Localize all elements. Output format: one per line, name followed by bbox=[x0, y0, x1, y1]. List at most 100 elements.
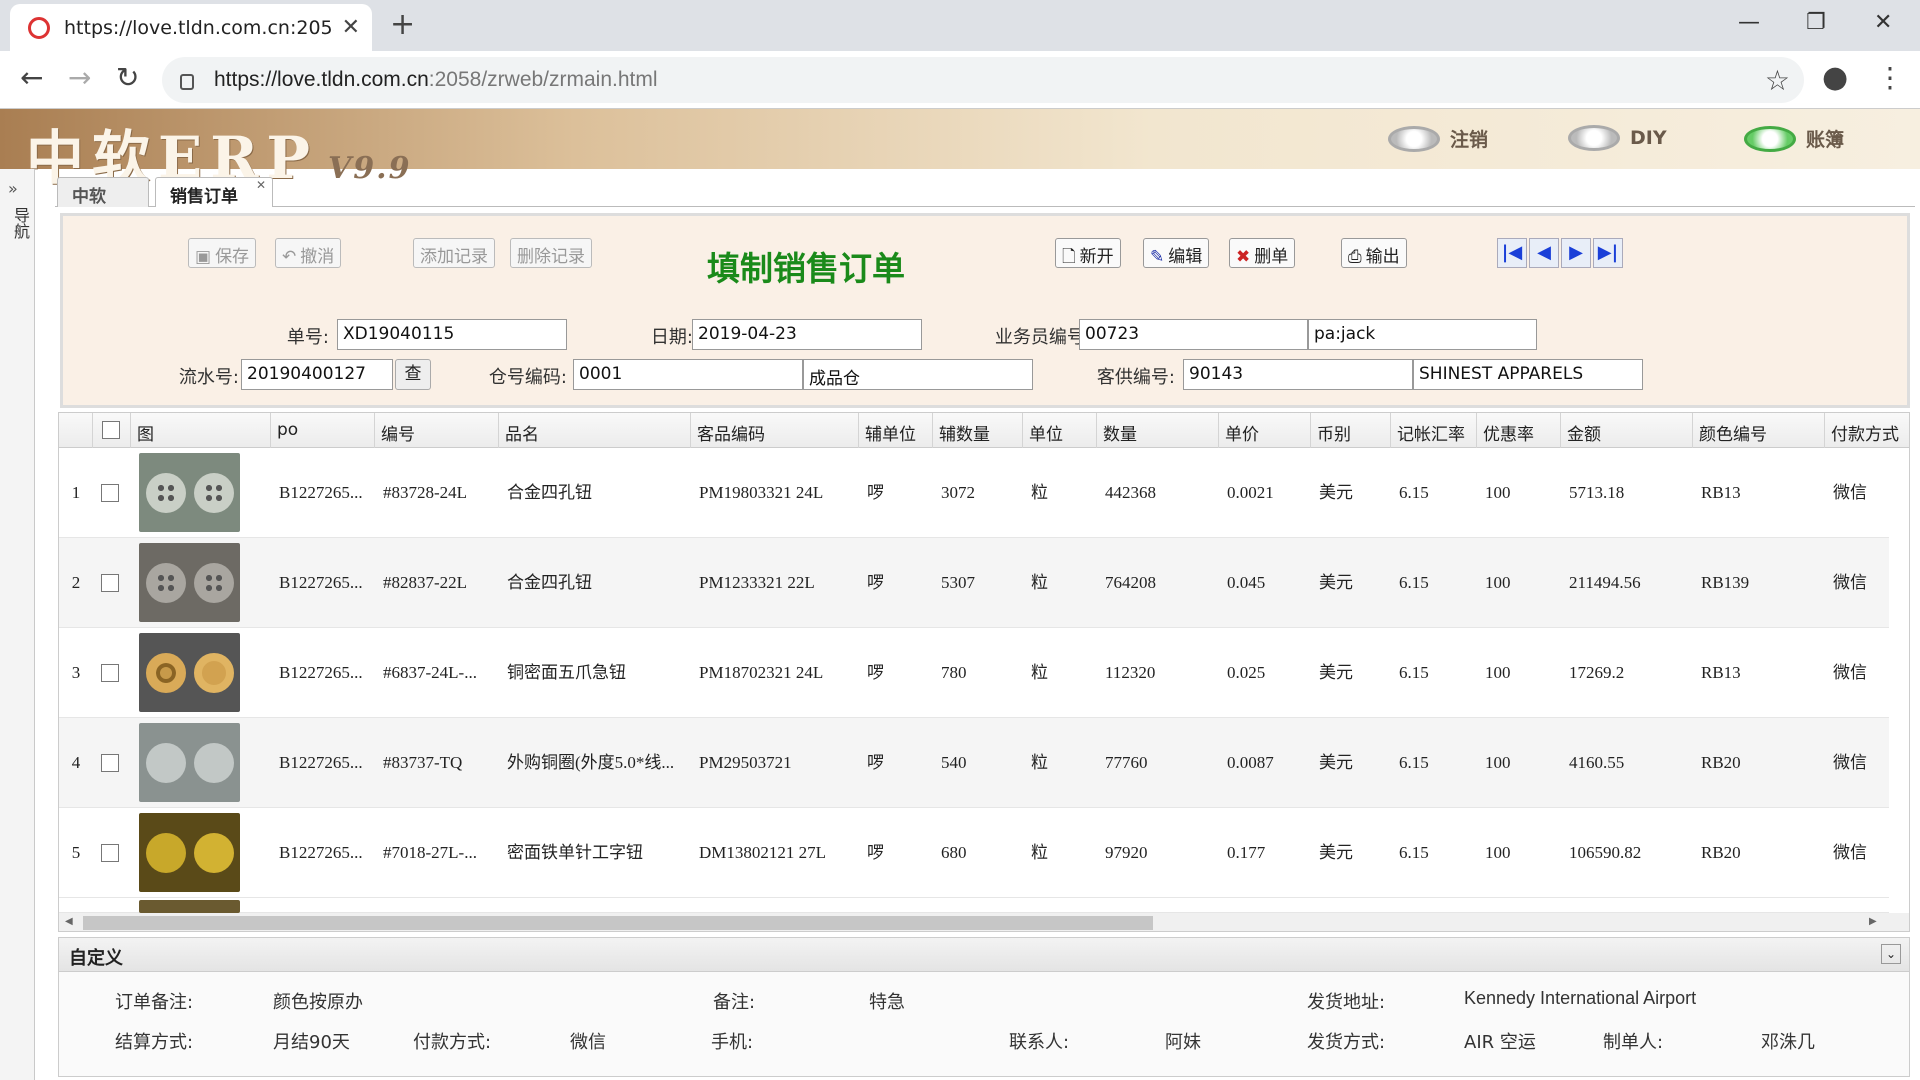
column-header[interactable]: 颜色编号 bbox=[1693, 413, 1825, 448]
collapse-icon[interactable]: ⌄ bbox=[1881, 944, 1901, 964]
customer-name-field[interactable]: SHINEST APPARELS bbox=[1413, 359, 1643, 390]
delete-order-button[interactable]: ✖ 删单 bbox=[1229, 238, 1296, 268]
row-checkbox[interactable] bbox=[101, 844, 119, 862]
back-icon[interactable]: ← bbox=[20, 63, 43, 93]
ledger-button[interactable]: 账簿 bbox=[1744, 125, 1844, 152]
remark-value[interactable]: 特急 bbox=[869, 988, 905, 1014]
scroll-right-icon[interactable]: ▶ bbox=[1869, 916, 1877, 927]
row-checkbox[interactable] bbox=[101, 664, 119, 682]
save-icon: ▣ bbox=[195, 247, 212, 267]
select-all-header[interactable] bbox=[93, 413, 131, 448]
last-record-icon[interactable]: ▶| bbox=[1593, 238, 1623, 268]
column-header[interactable]: 单位 bbox=[1023, 413, 1097, 448]
edit-button[interactable]: ✎ 编辑 bbox=[1143, 238, 1210, 268]
diy-button[interactable]: DIY bbox=[1568, 125, 1667, 151]
column-header[interactable]: po bbox=[271, 413, 375, 448]
column-header[interactable]: 优惠率 bbox=[1477, 413, 1561, 448]
undo-button[interactable]: ↶ 撤消 bbox=[275, 238, 342, 268]
table-row[interactable]: 5 B1227265... #7018-27L-... 密面铁单针工字钮 DM1… bbox=[59, 808, 1889, 898]
close-window-icon[interactable]: ✕ bbox=[1874, 10, 1892, 35]
menu-dots-icon[interactable]: ⋮ bbox=[1876, 63, 1904, 93]
salesman-no-field[interactable]: 00723 bbox=[1079, 319, 1308, 350]
product-image bbox=[139, 813, 240, 892]
contact-label: 联系人: bbox=[1009, 1032, 1070, 1053]
column-header[interactable]: 记帐汇率 bbox=[1391, 413, 1477, 448]
prev-record-icon[interactable]: ◀ bbox=[1529, 238, 1559, 268]
order-form-panel: ▣ 保存 ↶ 撤消 添加记录 删除记录 填制销售订单 🗋 新开 ✎ 编辑 ✖ 删单 ⎙ 输出… bbox=[60, 213, 1910, 408]
select-all-checkbox[interactable] bbox=[102, 421, 120, 439]
forward-icon[interactable]: → bbox=[68, 63, 91, 93]
pay-method-value[interactable]: 微信 bbox=[570, 1028, 606, 1054]
horizontal-scroll-thumb[interactable] bbox=[83, 916, 1153, 930]
cell-unit: 粒 bbox=[1031, 483, 1048, 502]
order-note-label: 订单备注: bbox=[115, 992, 194, 1013]
first-record-icon[interactable]: |◀ bbox=[1497, 238, 1527, 268]
salesman-name-field[interactable]: pa:jack bbox=[1308, 319, 1537, 350]
maker-value[interactable]: 邓洙几 bbox=[1761, 1028, 1815, 1054]
table-row[interactable]: 2 B1227265... #82837-22L 合金四孔钮 PM1233321… bbox=[59, 538, 1889, 628]
cell-rate: 6.15 bbox=[1399, 483, 1429, 502]
tab-zhongruan[interactable]: 中软 bbox=[57, 177, 149, 207]
expand-sidebar-icon[interactable]: » bbox=[8, 179, 18, 198]
lookup-button[interactable]: 查 bbox=[395, 359, 431, 390]
cell-aux-qty: 540 bbox=[941, 753, 967, 772]
serial-field[interactable]: 20190400127 bbox=[241, 359, 393, 390]
column-header[interactable]: 付款方式 bbox=[1825, 413, 1909, 448]
table-row[interactable]: 4 B1227265... #83737-TQ 外购铜圈(外度5.0*线... … bbox=[59, 718, 1889, 808]
url-field[interactable]: https://love.tldn.com.cn:2058/zrweb/zrma… bbox=[162, 57, 1804, 103]
bookmark-star-icon[interactable]: ☆ bbox=[1765, 64, 1790, 97]
column-header[interactable]: 客品编码 bbox=[691, 413, 859, 448]
column-header[interactable]: 辅数量 bbox=[933, 413, 1023, 448]
cell-aux-unit: 啰 bbox=[867, 663, 884, 682]
horizontal-scrollbar[interactable]: ◀ ▶ bbox=[59, 913, 1909, 931]
order-no-field[interactable]: XD19040115 bbox=[337, 319, 567, 350]
export-button[interactable]: ⎙ 输出 bbox=[1341, 238, 1407, 268]
column-header[interactable]: 图 bbox=[131, 413, 271, 448]
add-record-button[interactable]: 添加记录 bbox=[413, 238, 495, 268]
save-button[interactable]: ▣ 保存 bbox=[188, 238, 257, 268]
cell-color: RB13 bbox=[1701, 483, 1741, 502]
next-record-icon[interactable]: ▶ bbox=[1561, 238, 1591, 268]
restore-icon[interactable]: ❐ bbox=[1806, 10, 1826, 35]
new-tab-icon[interactable]: + bbox=[390, 10, 415, 40]
date-field[interactable]: 2019-04-23 bbox=[692, 319, 922, 350]
column-header[interactable]: 辅单位 bbox=[859, 413, 933, 448]
ship-address-value[interactable]: Kennedy International Airport bbox=[1464, 988, 1696, 1009]
row-checkbox[interactable] bbox=[101, 754, 119, 772]
logout-icon bbox=[1388, 125, 1440, 152]
tab-sales-order[interactable]: 销售订单 ✕ bbox=[155, 177, 273, 207]
new-button[interactable]: 🗋 新开 bbox=[1055, 238, 1121, 268]
close-tab-icon[interactable]: ✕ bbox=[342, 15, 360, 40]
contact-value[interactable]: 阿妹 bbox=[1165, 1028, 1201, 1054]
browser-tab[interactable]: https://love.tldn.com.cn:2058/z ✕ bbox=[10, 4, 372, 51]
ship-method-value[interactable]: AIR 空运 bbox=[1464, 1028, 1536, 1054]
order-note-value[interactable]: 颜色按原办 bbox=[273, 988, 363, 1014]
cell-pay: 微信 bbox=[1833, 663, 1867, 682]
row-number: 5 bbox=[71, 843, 81, 862]
table-row[interactable]: 3 B1227265... #6837-24L-... 铜密面五爪急钮 PM18… bbox=[59, 628, 1889, 718]
settle-value[interactable]: 月结90天 bbox=[273, 1028, 350, 1054]
warehouse-no-field[interactable]: 0001 bbox=[573, 359, 803, 390]
column-header[interactable]: 金额 bbox=[1561, 413, 1693, 448]
row-checkbox[interactable] bbox=[101, 484, 119, 502]
table-row[interactable]: 1 B1227265... #83728-24L 合金四孔钮 PM1980332… bbox=[59, 448, 1889, 538]
column-header[interactable]: 编号 bbox=[375, 413, 499, 448]
warehouse-name-field[interactable]: 成品仓 bbox=[803, 359, 1033, 390]
scroll-left-icon[interactable]: ◀ bbox=[65, 916, 73, 927]
close-tab-icon[interactable]: ✕ bbox=[256, 178, 266, 192]
row-number: 4 bbox=[71, 753, 81, 772]
cell-amount: 211494.56 bbox=[1569, 573, 1641, 592]
column-header[interactable]: 币别 bbox=[1311, 413, 1391, 448]
sidebar-label[interactable]: 导航 bbox=[8, 207, 32, 239]
profile-icon[interactable]: ● bbox=[1822, 63, 1848, 93]
row-checkbox[interactable] bbox=[101, 574, 119, 592]
customer-no-field[interactable]: 90143 bbox=[1183, 359, 1413, 390]
column-header[interactable]: 数量 bbox=[1097, 413, 1219, 448]
column-header[interactable]: 单价 bbox=[1219, 413, 1311, 448]
logout-button[interactable]: 注销 bbox=[1388, 125, 1488, 152]
delete-record-button[interactable]: 删除记录 bbox=[510, 238, 592, 268]
minimize-icon[interactable]: — bbox=[1738, 10, 1760, 35]
address-bar: ← → ↻ https://love.tldn.com.cn:2058/zrwe… bbox=[0, 51, 1920, 109]
column-header[interactable]: 品名 bbox=[499, 413, 691, 448]
reload-icon[interactable]: ↻ bbox=[116, 63, 139, 93]
